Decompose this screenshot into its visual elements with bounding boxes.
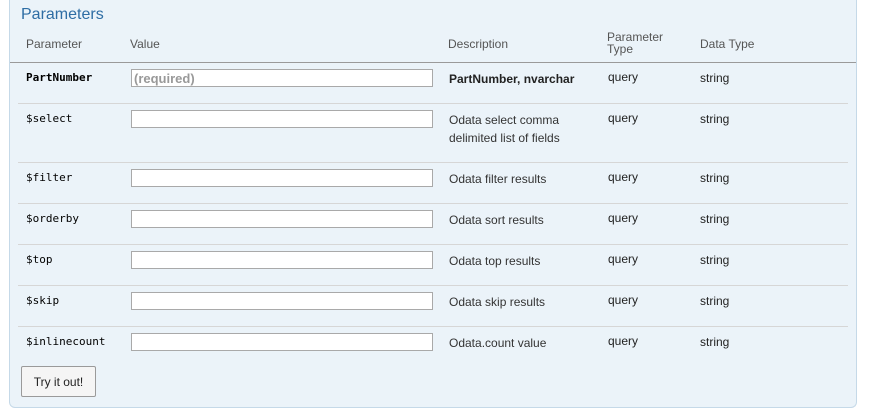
parameters-table-header: Parameter Value Description Parameter Typ… [10, 30, 856, 63]
try-it-out-button[interactable]: Try it out! [21, 366, 96, 397]
parameter-description: Odata top results [449, 254, 541, 268]
parameter-description: Odata filter results [449, 172, 547, 186]
column-header-parameter: Parameter [26, 37, 83, 51]
parameter-name: $inlinecount [26, 335, 106, 348]
parameter-type: query [608, 334, 639, 348]
parameter-name: $orderby [26, 212, 79, 225]
parameter-type: query [608, 211, 639, 225]
parameter-row: PartNumber PartNumber, nvarchar query st… [18, 62, 848, 104]
parameter-description: PartNumber, nvarchar [449, 72, 575, 86]
partnumber-input[interactable] [131, 69, 433, 87]
parameter-type: query [608, 70, 639, 84]
parameter-row: $orderby Odata sort results query string [18, 203, 848, 245]
parameter-name: $select [26, 112, 73, 125]
column-header-data-type: Data Type [700, 37, 755, 51]
parameter-name: PartNumber [26, 71, 93, 84]
parameter-row: $skip Odata skip results query string [18, 285, 848, 327]
parameter-type: query [608, 170, 639, 184]
parameter-data-type: string [700, 294, 730, 308]
parameter-data-type: string [700, 171, 730, 185]
column-header-parameter-type-line2: Type [607, 42, 634, 56]
orderby-input[interactable] [131, 210, 433, 228]
parameter-data-type: string [700, 212, 730, 226]
parameter-description: Odata select comma delimited list of fie… [449, 113, 560, 145]
parameter-description: Odata sort results [449, 213, 544, 227]
parameter-type: query [608, 293, 639, 307]
column-header-value: Value [130, 37, 160, 51]
parameter-type: query [608, 252, 639, 266]
section-title: Parameters [21, 6, 104, 23]
parameter-row: $filter Odata filter results query strin… [18, 162, 848, 204]
parameter-data-type: string [700, 71, 730, 85]
column-header-description: Description [448, 37, 509, 51]
parameter-data-type: string [700, 112, 730, 126]
parameter-name: $filter [26, 171, 73, 184]
parameter-row: $top Odata top results query string [18, 244, 848, 286]
parameter-row: $inlinecount Odata.count value query str… [18, 326, 848, 356]
parameter-data-type: string [700, 253, 730, 267]
parameter-description: Odata skip results [449, 295, 546, 309]
parameters-panel: Parameters Parameter Value Description P… [9, 0, 857, 408]
select-input[interactable] [131, 110, 433, 128]
inlinecount-input[interactable] [131, 333, 433, 351]
parameter-data-type: string [700, 335, 730, 349]
parameter-name: $top [26, 253, 53, 266]
skip-input[interactable] [131, 292, 433, 310]
parameter-type: query [608, 111, 639, 125]
filter-input[interactable] [131, 169, 433, 187]
parameter-description: Odata.count value [449, 336, 547, 350]
parameter-row: $select Odata select comma delimited lis… [18, 103, 848, 163]
top-input[interactable] [131, 251, 433, 269]
column-header-parameter-type: Parameter Type [607, 31, 663, 55]
parameter-name: $skip [26, 294, 60, 307]
